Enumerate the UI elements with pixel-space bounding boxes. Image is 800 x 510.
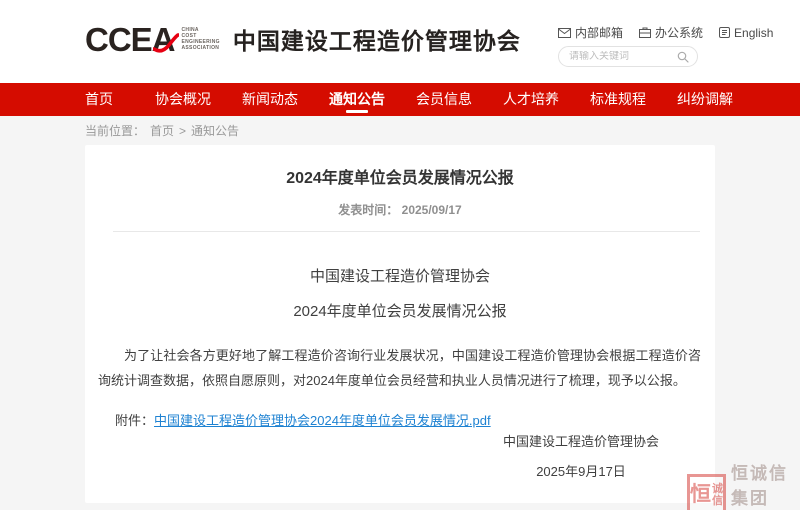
ccea-subtext-line: ASSOCIATION [182, 45, 220, 51]
seal-char: 恒 [690, 484, 711, 505]
attachment-line: 附件：中国建设工程造价管理协会2024年度单位会员发展情况.pdf [115, 410, 715, 429]
nav-item-talent-training[interactable]: 人才培养 [503, 83, 559, 116]
signature-name: 中国建设工程造价管理协会 [447, 431, 715, 450]
office-icon [639, 27, 651, 38]
nav-item-member-info[interactable]: 会员信息 [416, 83, 472, 116]
attachment-pdf-link[interactable]: 中国建设工程造价管理协会2024年度单位会员发展情况.pdf [154, 413, 491, 428]
title-divider [113, 231, 700, 232]
internal-mail-link[interactable]: 内部邮箱 [558, 24, 623, 41]
site-title: 中国建设工程造价管理协会 [233, 22, 521, 56]
breadcrumb: 当前位置： 首页 > 通知公告 [85, 122, 239, 139]
site-logo[interactable]: CCEA CHINA COST ENGINEERING ASSOCIATION … [85, 22, 521, 56]
nav-item-association-overview[interactable]: 协会概况 [155, 83, 211, 116]
quick-link-label: 内部邮箱 [575, 24, 623, 41]
globe-icon [719, 27, 730, 38]
header-quick-links: 内部邮箱 办公系统 English [558, 24, 773, 41]
signature-date: 2025年9月17日 [447, 461, 715, 480]
breadcrumb-home-link[interactable]: 首页 [150, 122, 174, 139]
search-input[interactable] [569, 51, 677, 62]
article-title: 2024年度单位会员发展情况公报 [85, 164, 715, 188]
nav-item-dispute-mediation[interactable]: 纠纷调解 [677, 83, 733, 116]
quick-link-label: 办公系统 [655, 24, 703, 41]
publish-date: 2025/09/17 [402, 203, 462, 217]
body-heading-org: 中国建设工程造价管理协会 [85, 265, 715, 286]
publish-label: 发表时间： [338, 203, 398, 217]
body-heading-title: 2024年度单位会员发展情况公报 [85, 300, 715, 321]
publish-line: 发表时间： 2025/09/17 [85, 201, 715, 218]
breadcrumb-prefix: 当前位置： [85, 122, 145, 139]
quick-link-label: English [734, 26, 773, 40]
hengchengxin-seal-icon: 恒 诚 信 [687, 474, 726, 510]
breadcrumb-separator: > [179, 124, 186, 138]
search-icon[interactable] [677, 51, 689, 63]
hengchengxin-watermark: 恒 诚 信 恒诚信集团 Hengchengxin Group [687, 459, 800, 510]
attachment-label: 附件： [115, 413, 154, 428]
watermark-text: 恒诚信集团 Hengchengxin Group [731, 459, 800, 510]
nav-item-home[interactable]: 首页 [85, 83, 113, 116]
active-nav-underline [346, 110, 368, 113]
article-paragraph: 为了让社会各方更好地了解工程造价咨询行业发展状况，中国建设工程造价管理协会根据工… [98, 343, 701, 393]
nav-item-notices[interactable]: 通知公告 [329, 83, 385, 116]
article-signature: 中国建设工程造价管理协会 2025年9月17日 [447, 431, 715, 480]
seal-char: 诚 [712, 483, 723, 495]
nav-item-news[interactable]: 新闻动态 [242, 83, 298, 116]
breadcrumb-current[interactable]: 通知公告 [191, 122, 239, 139]
office-system-link[interactable]: 办公系统 [639, 24, 703, 41]
article-card: 2024年度单位会员发展情况公报 发表时间： 2025/09/17 中国建设工程… [85, 145, 715, 503]
ccea-logo: CCEA [85, 23, 175, 56]
nav-item-label: 通知公告 [329, 91, 385, 107]
main-nav: 首页 协会概况 新闻动态 通知公告 会员信息 人才培养 标准规程 纠纷调解 [0, 83, 800, 116]
seal-char: 信 [712, 495, 723, 507]
search-box [558, 46, 698, 67]
ccea-subtext: CHINA COST ENGINEERING ASSOCIATION [182, 27, 220, 51]
mail-icon [558, 28, 571, 38]
logo-swoosh-icon [153, 33, 179, 55]
watermark-name: 恒诚信集团 [731, 459, 800, 509]
english-link[interactable]: English [719, 26, 773, 40]
nav-item-standards[interactable]: 标准规程 [590, 83, 646, 116]
site-header: CCEA CHINA COST ENGINEERING ASSOCIATION … [0, 0, 800, 83]
